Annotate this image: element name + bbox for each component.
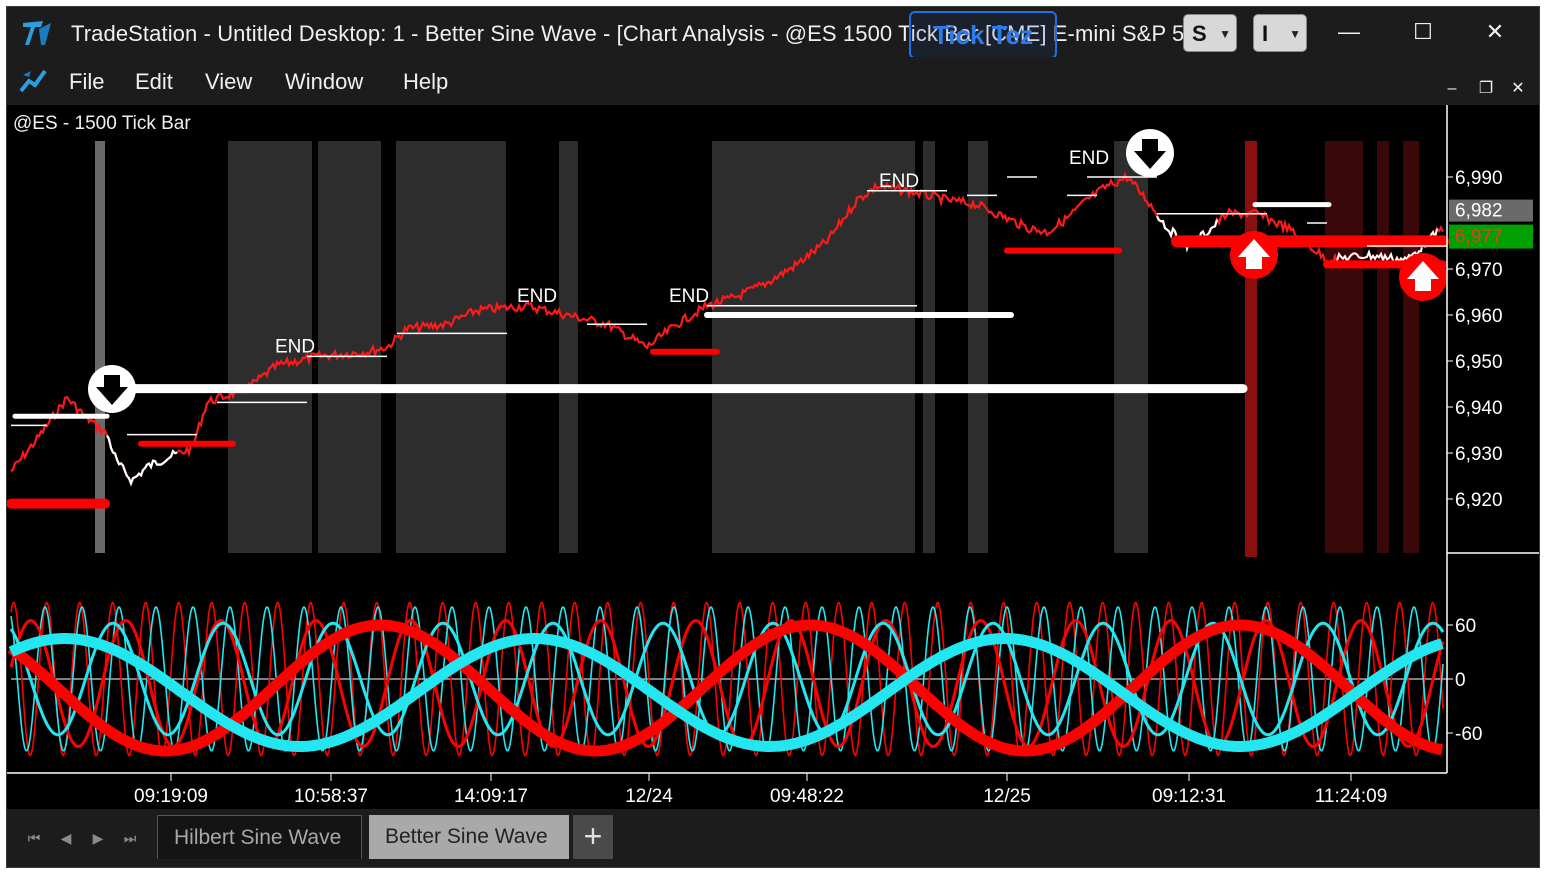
mdi-restore-button[interactable]: ❐ [1473, 79, 1499, 99]
current-price-label: 6,977 [1455, 227, 1503, 248]
price-tick-label: 6,930 [1455, 444, 1503, 465]
last-price-label: 6,982 [1455, 201, 1503, 222]
price-tick-label: 6,970 [1455, 260, 1503, 281]
time-tick-label: 14:09:17 [454, 786, 528, 807]
menu-file[interactable]: File [69, 69, 104, 95]
minimize-button[interactable]: — [1325, 13, 1373, 51]
prev-tab-icon[interactable]: ◀ [55, 827, 77, 849]
maximize-button[interactable]: ☐ [1399, 13, 1447, 51]
time-tick-label: 12/25 [983, 786, 1031, 807]
time-tick-label: 10:58:37 [294, 786, 368, 807]
tradestation-logo-icon [23, 21, 51, 45]
session-band [712, 141, 915, 553]
style-combo-i[interactable]: I ▼ [1253, 14, 1307, 52]
close-button[interactable]: ✕ [1471, 13, 1519, 51]
tab-hilbert-sine-wave[interactable]: Hilbert Sine Wave [157, 815, 362, 859]
session-band [1114, 141, 1148, 553]
style-combo-s[interactable]: S ▼ [1183, 14, 1237, 52]
dark-red-band [1377, 141, 1389, 553]
time-tick-label: 11:24:09 [1315, 786, 1388, 807]
session-band [559, 141, 578, 553]
chart-analysis-area[interactable]: END END END END END 6,990 6,970 6,960 6,950 6,94… [7, 105, 1540, 809]
end-label: END [1069, 148, 1109, 169]
mdi-close-button[interactable]: ✕ [1505, 79, 1531, 99]
dark-red-band [1403, 141, 1419, 553]
session-band [396, 141, 506, 553]
oscillator-plot [7, 601, 1447, 757]
signal-bar-gray [95, 141, 105, 553]
osc-tick-label: 0 [1455, 670, 1466, 691]
price-tick-label: 6,960 [1455, 306, 1503, 327]
first-tab-icon[interactable]: ⏮ [23, 827, 45, 849]
price-tick-label: 6,990 [1455, 168, 1503, 189]
price-tick-label: 6,920 [1455, 490, 1503, 511]
last-tab-icon[interactable]: ⏭ [119, 827, 141, 849]
menu-window[interactable]: Window [285, 69, 363, 95]
symbol-label: @ES - 1500 Tick Bar [13, 113, 191, 134]
end-label: END [517, 286, 557, 307]
time-tick-label: 09:19:09 [134, 786, 208, 807]
tab-better-sine-wave[interactable]: Better Sine Wave [369, 815, 569, 859]
time-tick-label: 12/24 [625, 786, 673, 807]
chevron-down-icon: ▼ [1289, 27, 1301, 41]
menu-view[interactable]: View [205, 69, 252, 95]
osc-tick-label: 60 [1455, 616, 1476, 637]
menu-help[interactable]: Help [403, 69, 448, 95]
price-tick-label: 6,940 [1455, 398, 1503, 419]
add-tab-button[interactable]: + [573, 815, 613, 859]
chart-canvas[interactable]: END END END END END 6,990 6,970 6,960 6,950 6,94… [7, 105, 1540, 809]
end-label: END [275, 336, 315, 357]
watermark-logo: Tick Tez [909, 11, 1057, 59]
menu-bar: File Edit View Window Help – ❐ ✕ [7, 57, 1539, 105]
osc-tick-label: -60 [1455, 724, 1482, 745]
time-tick-label: 09:48:22 [770, 786, 844, 807]
chevron-down-icon: ▼ [1219, 27, 1231, 41]
tradestation-window: TradeStation - Untitled Desktop: 1 - Bet… [6, 6, 1540, 868]
chart-analysis-icon [19, 69, 47, 93]
end-label: END [669, 286, 709, 307]
price-tick-label: 6,950 [1455, 352, 1503, 373]
workspace-tab-bar: ⏮ ◀ ▶ ⏭ Hilbert Sine Wave Better Sine Wa… [7, 809, 1539, 867]
menu-edit[interactable]: Edit [135, 69, 173, 95]
mdi-minimize-button[interactable]: – [1439, 79, 1465, 99]
next-tab-icon[interactable]: ▶ [87, 827, 109, 849]
title-bar[interactable]: TradeStation - Untitled Desktop: 1 - Bet… [7, 7, 1539, 59]
session-band [968, 141, 988, 553]
time-tick-label: 09:12:31 [1152, 786, 1226, 807]
session-band [923, 141, 935, 553]
end-label: END [879, 171, 919, 192]
